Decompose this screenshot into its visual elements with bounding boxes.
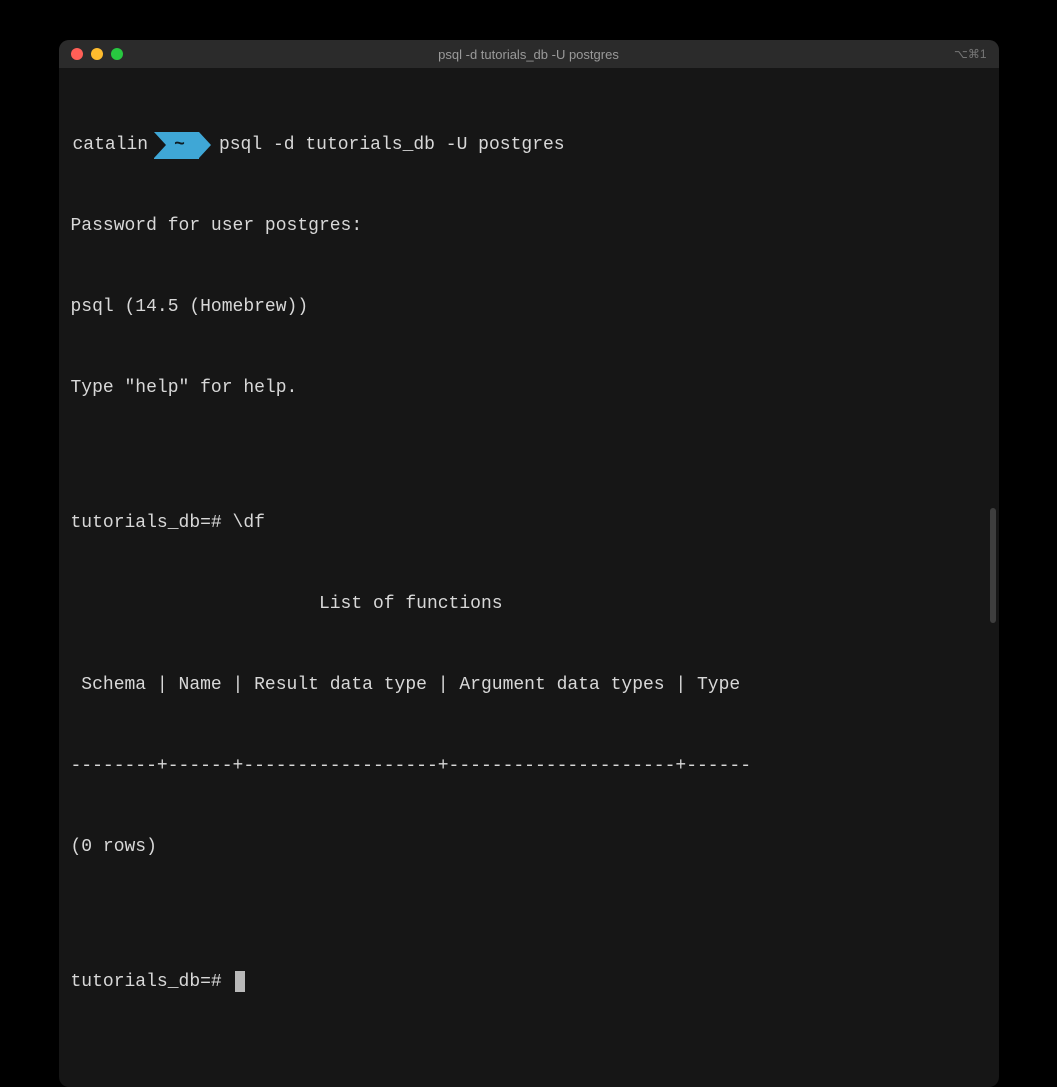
output-line: Password for user postgres: xyxy=(71,213,987,240)
window-title: psql -d tutorials_db -U postgres xyxy=(438,47,619,62)
psql-prompt-current: tutorials_db=# xyxy=(71,969,987,996)
output-line: Schema | Name | Result data type | Argum… xyxy=(71,672,987,699)
cursor-icon xyxy=(235,971,245,992)
shell-prompt-line: catalin~ psql -d tutorials_db -U postgres xyxy=(71,132,987,159)
prompt-command: psql -d tutorials_db -U postgres xyxy=(219,132,565,159)
output-line: --------+------+------------------+-----… xyxy=(71,753,987,780)
psql-prompt-text: tutorials_db=# xyxy=(71,972,233,992)
terminal-body[interactable]: catalin~ psql -d tutorials_db -U postgres… xyxy=(59,68,999,1087)
output-line: Type "help" for help. xyxy=(71,375,987,402)
prompt-user: catalin xyxy=(71,132,155,159)
close-button[interactable] xyxy=(71,48,83,60)
output-line: List of functions xyxy=(71,591,987,618)
maximize-button[interactable] xyxy=(111,48,123,60)
minimize-button[interactable] xyxy=(91,48,103,60)
output-line: psql (14.5 (Homebrew)) xyxy=(71,294,987,321)
scrollbar-thumb[interactable] xyxy=(990,508,996,623)
output-line: (0 rows) xyxy=(71,834,987,861)
traffic-lights xyxy=(71,48,123,60)
prompt-path: ~ xyxy=(154,132,199,159)
terminal-window: psql -d tutorials_db -U postgres ⌥⌘1 cat… xyxy=(59,40,999,1087)
shortcut-hint: ⌥⌘1 xyxy=(954,47,987,61)
title-bar: psql -d tutorials_db -U postgres ⌥⌘1 xyxy=(59,40,999,68)
psql-prompt-line: tutorials_db=# \df xyxy=(71,510,987,537)
